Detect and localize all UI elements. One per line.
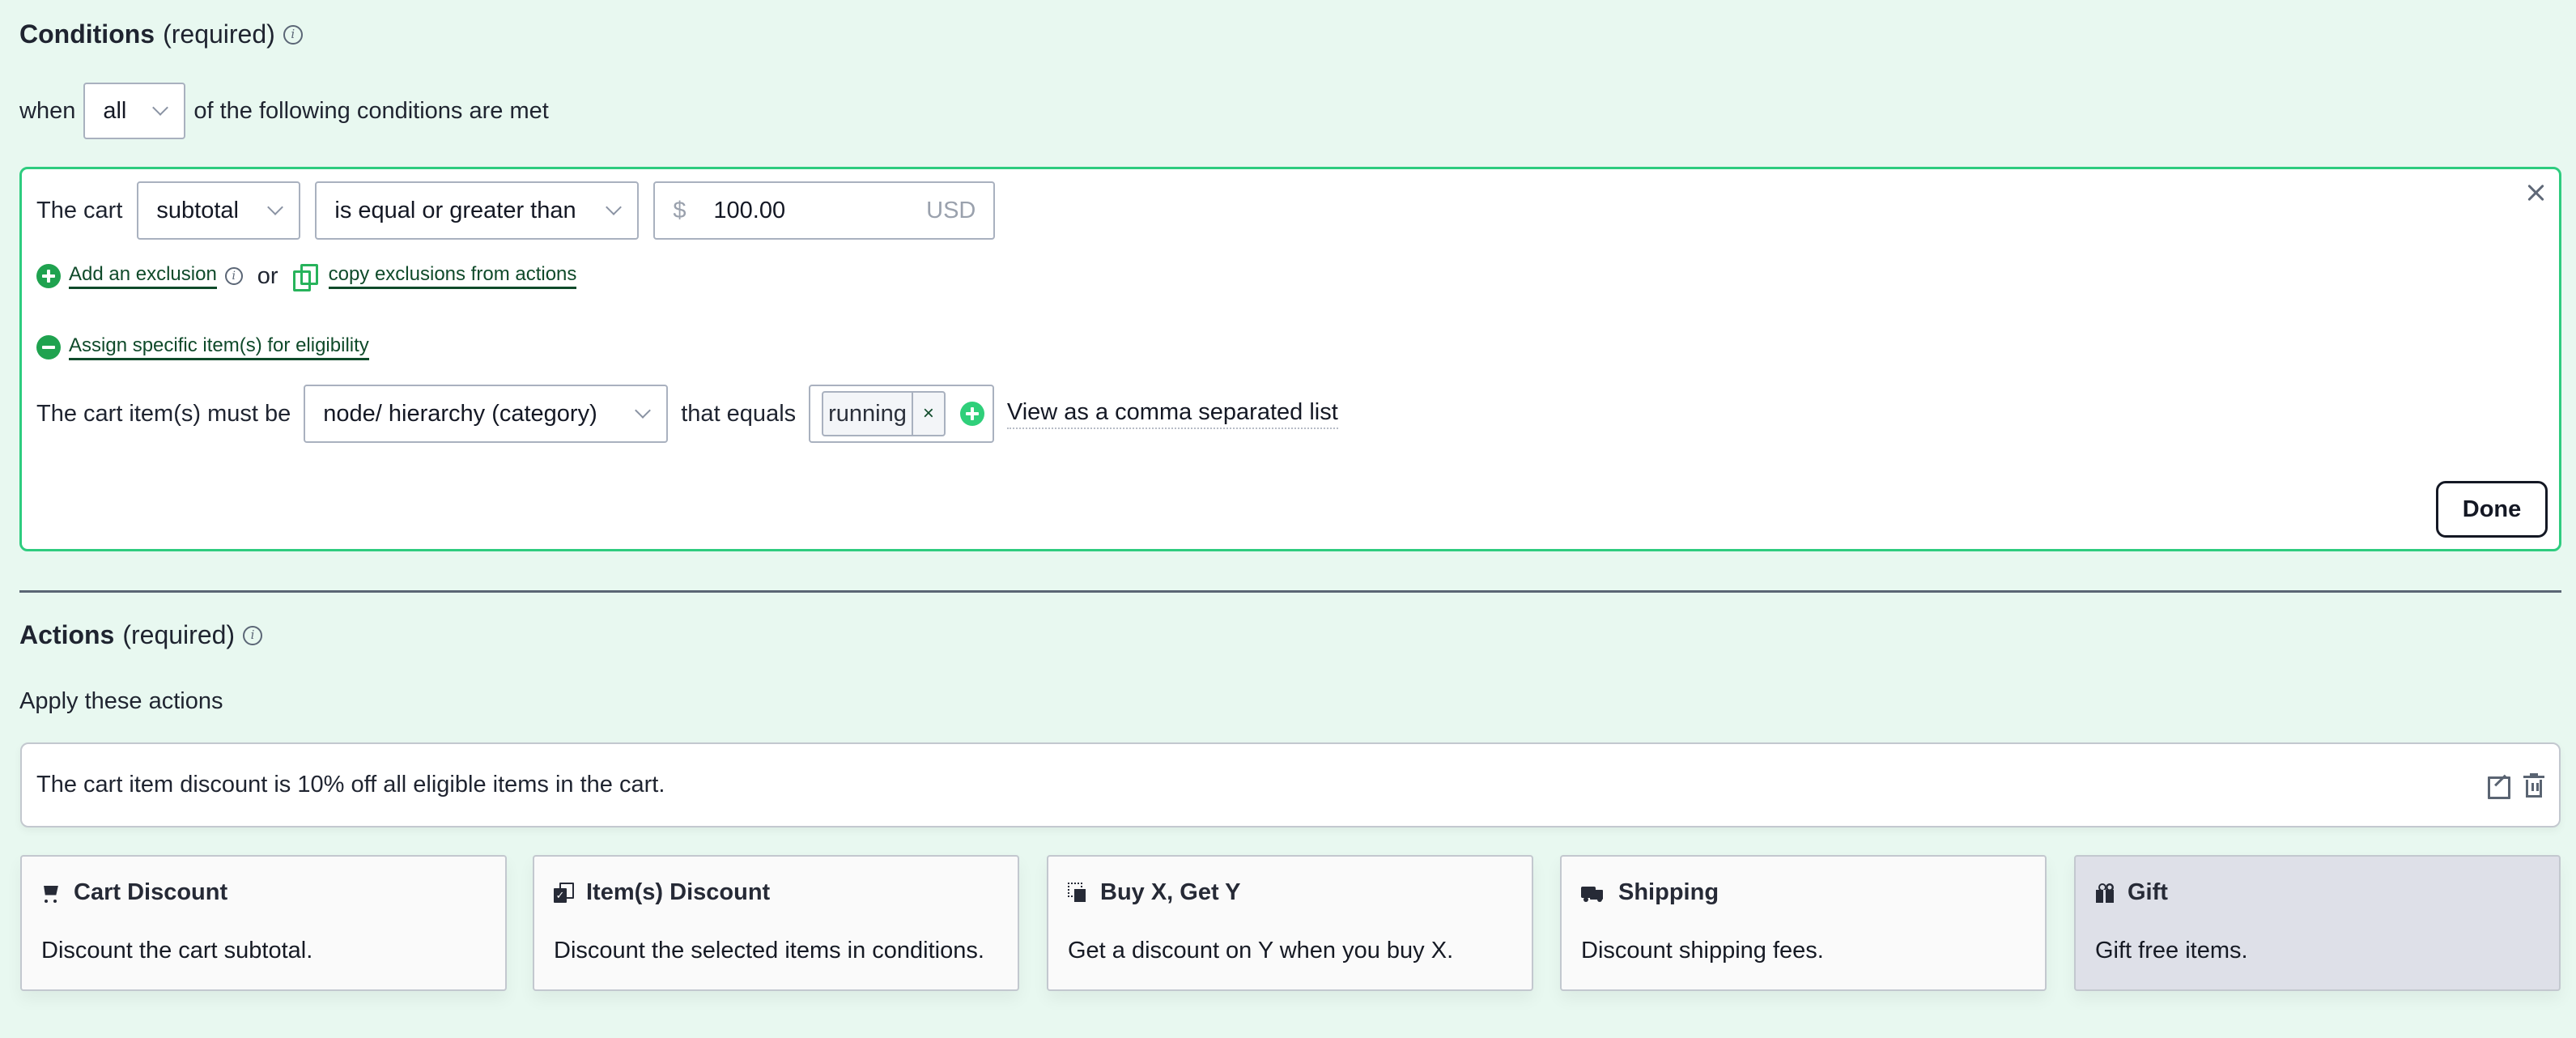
actions-title: Actions xyxy=(19,620,115,649)
action-summary: The cart item discount is 10% off all el… xyxy=(20,742,2561,827)
tag-remove-button[interactable]: × xyxy=(911,393,944,435)
card-description: Discount the cart subtotal. xyxy=(41,938,313,964)
match-mode-row: when all of the following conditions are… xyxy=(19,83,549,139)
equals-label: that equals xyxy=(681,400,797,427)
currency-symbol: $ xyxy=(673,197,687,223)
info-icon[interactable]: i xyxy=(224,267,243,285)
info-icon[interactable]: i xyxy=(283,24,303,45)
match-mode-value: all xyxy=(103,97,127,124)
card-title: Shipping xyxy=(1618,879,1719,905)
conditions-heading: Conditions (required) i xyxy=(19,19,303,49)
truck-icon xyxy=(1581,883,1605,904)
match-mode-select[interactable]: all xyxy=(83,83,186,139)
card-header: Cart Discount xyxy=(41,879,227,906)
action-summary-text: The cart item discount is 10% off all el… xyxy=(36,772,665,798)
section-divider xyxy=(19,590,2561,593)
items-check-icon xyxy=(554,882,574,904)
item-eligibility-row: The cart item(s) must be node/ hierarchy… xyxy=(36,385,1338,443)
assign-items-row: Assign specific item(s) for eligibility xyxy=(36,331,369,364)
chevron-down-icon xyxy=(267,199,284,215)
add-value-icon[interactable] xyxy=(959,402,984,426)
when-label: when xyxy=(19,97,76,124)
apply-actions-label: Apply these actions xyxy=(19,688,223,714)
add-exclusion-link[interactable]: Add an exclusion xyxy=(69,263,217,289)
item-attribute-value: node/ hierarchy (category) xyxy=(323,400,597,427)
card-title: Cart Discount xyxy=(74,879,228,905)
amount-input[interactable]: $ 100.00 USD xyxy=(653,181,996,240)
item-attribute-select[interactable]: node/ hierarchy (category) xyxy=(304,385,669,443)
trash-icon[interactable] xyxy=(2523,772,2544,798)
assign-items-link[interactable]: Assign specific item(s) for eligibility xyxy=(69,334,369,360)
values-tag-input[interactable]: running × xyxy=(809,385,994,443)
gift-icon xyxy=(2095,883,2115,904)
chevron-down-icon xyxy=(635,402,652,419)
action-card-gift[interactable]: Gift Gift free items. xyxy=(2074,855,2561,991)
card-header: Buy X, Get Y xyxy=(1068,879,1241,906)
action-card-cart-discount[interactable]: Cart Discount Discount the cart subtotal… xyxy=(20,855,507,991)
card-description: Get a discount on Y when you buy X. xyxy=(1068,938,1454,964)
card-header: Shipping xyxy=(1581,879,1719,906)
attribute-select[interactable]: subtotal xyxy=(137,181,301,240)
operator-select[interactable]: is equal or greater than xyxy=(315,181,640,240)
remove-circle-icon[interactable] xyxy=(36,335,61,359)
card-description: Discount the selected items in condition… xyxy=(554,938,984,964)
buy-x-get-y-icon xyxy=(1068,882,1087,904)
action-card-buy-x-get-y[interactable]: Buy X, Get Y Get a discount on Y when yo… xyxy=(1047,855,1533,991)
chevron-down-icon xyxy=(152,100,169,116)
chevron-down-icon xyxy=(606,199,623,215)
card-title: Buy X, Get Y xyxy=(1100,879,1241,905)
operator-value: is equal or greater than xyxy=(334,197,576,223)
attribute-value: subtotal xyxy=(156,197,239,223)
action-card-items-discount[interactable]: Item(s) Discount Discount the selected i… xyxy=(533,855,1019,991)
card-description: Discount shipping fees. xyxy=(1581,938,1824,964)
card-description: Gift free items. xyxy=(2095,938,2248,964)
exclusion-row: Add an exclusion i or copy exclusions fr… xyxy=(36,260,577,292)
actions-heading: Actions (required) i xyxy=(19,620,263,650)
add-circle-icon[interactable] xyxy=(36,264,61,288)
edit-icon[interactable] xyxy=(2488,774,2510,799)
cart-icon xyxy=(41,883,61,904)
rule-subject-label: The cart xyxy=(36,197,123,223)
info-icon[interactable]: i xyxy=(243,625,263,645)
amount-value: 100.00 xyxy=(713,197,786,223)
card-header: Item(s) Discount xyxy=(554,879,770,906)
done-button[interactable]: Done xyxy=(2436,481,2548,538)
match-mode-suffix: of the following conditions are met xyxy=(193,97,549,124)
value-tag: running × xyxy=(822,391,946,436)
card-title: Item(s) Discount xyxy=(586,879,771,905)
copy-exclusions-link[interactable]: copy exclusions from actions xyxy=(328,263,577,289)
condition-editor: The cart subtotal is equal or greater th… xyxy=(19,167,2561,551)
action-card-shipping[interactable]: Shipping Discount shipping fees. xyxy=(1560,855,2047,991)
actions-required-label: (required) xyxy=(122,620,236,649)
currency-unit: USD xyxy=(926,197,976,223)
card-title: Gift xyxy=(2128,879,2168,905)
copy-icon[interactable] xyxy=(292,264,318,291)
or-label: or xyxy=(257,262,278,289)
card-header: Gift xyxy=(2095,879,2168,906)
close-icon[interactable] xyxy=(2523,181,2548,205)
conditions-title: Conditions xyxy=(19,19,155,49)
condition-rule-row: The cart subtotal is equal or greater th… xyxy=(36,181,996,240)
view-comma-list-link[interactable]: View as a comma separated list xyxy=(1006,399,1338,429)
conditions-required-label: (required) xyxy=(163,19,275,49)
items-label: The cart item(s) must be xyxy=(36,400,291,427)
tag-label: running xyxy=(828,400,907,427)
